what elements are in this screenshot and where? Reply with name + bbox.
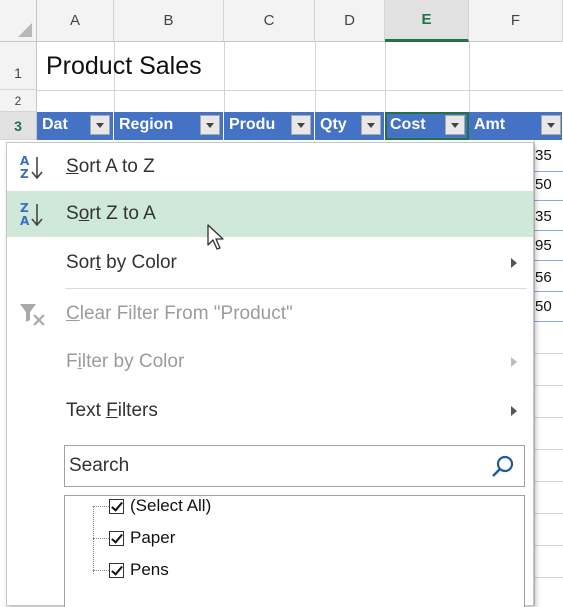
menu-item-sort-by-color[interactable]: Sort by Color [7,240,533,286]
search-placeholder: Search [69,455,130,476]
header-label: Dat [42,116,68,133]
column-header-a[interactable]: A [37,0,114,42]
corner-triangle-icon [18,23,32,37]
amt-cell[interactable]: 95 [535,237,552,254]
gridline [534,513,563,514]
svg-text:Z: Z [20,201,29,215]
column-header-b[interactable]: B [114,0,224,42]
sort-descending-icon: Z A [20,201,43,228]
menu-label: Sort Z to A [66,203,156,224]
gridline [385,42,386,112]
svg-text:A: A [20,214,30,228]
menu-label: Sort A to Z [66,156,155,177]
header-cell-date[interactable]: Dat [37,112,114,140]
column-header-c[interactable]: C [224,0,315,42]
tree-line [93,506,109,507]
select-all-corner[interactable] [0,0,37,42]
tree-line [93,538,109,539]
filter-dropdown-icon[interactable] [90,115,110,135]
gridline [534,577,563,578]
search-icon[interactable] [490,454,516,480]
amt-cell[interactable]: 50 [535,298,552,315]
tree-line [93,506,94,574]
header-cell-amt[interactable]: Amt [469,112,563,140]
filter-dropdown-icon[interactable] [291,115,311,135]
gridline [534,353,563,354]
header-label: Qty [320,116,347,133]
submenu-arrow-icon [511,357,517,367]
header-label: Region [119,116,174,133]
column-header-e[interactable]: E [385,0,469,42]
header-cell-product[interactable]: Produ [224,112,315,140]
header-label: Amt [474,116,506,133]
menu-item-sort-z-to-a[interactable]: Z A Sort Z to A [7,191,533,237]
column-header-d[interactable]: D [315,0,385,42]
header-label: Produ [229,116,276,133]
search-input[interactable]: Search [64,445,525,487]
svg-text:A: A [20,154,30,168]
sort-ascending-icon: A Z [20,154,43,181]
filter-value-list[interactable]: (Select All) Paper Pens [64,495,525,607]
list-item-label: (Select All) [130,496,212,515]
clear-filter-icon [20,304,45,326]
menu-label: Text Filters [66,400,158,421]
amt-cell[interactable]: 35 [535,208,552,225]
gridline [534,385,563,386]
sheet-title: Product Sales [46,52,202,80]
menu-item-clear-filter[interactable]: Clear Filter From "Product" [7,291,533,337]
column-header-f[interactable]: F [469,0,563,42]
list-item-label: Paper [130,528,176,547]
autofilter-menu: A Z Sort A to Z Z A Sort Z to A Sort by … [6,142,534,607]
submenu-arrow-icon [511,406,517,416]
checkbox-checked[interactable] [109,563,124,578]
checkbox-checked[interactable] [109,531,124,546]
submenu-arrow-icon [511,258,517,268]
gridline [534,545,563,546]
gridline [224,42,225,112]
filter-dropdown-icon[interactable] [200,115,220,135]
row-header-2[interactable]: 2 [0,90,37,112]
gridline [37,90,563,91]
header-cell-region[interactable]: Region [114,112,224,140]
amt-cell[interactable]: 50 [535,176,552,193]
gridline [534,230,563,231]
gridline [534,291,563,292]
header-label: Cost [390,116,426,133]
amt-cell[interactable]: 35 [535,147,552,164]
menu-separator [65,288,527,289]
tree-line [93,570,109,571]
menu-item-sort-a-to-z[interactable]: A Z Sort A to Z [7,144,533,190]
row-header-1[interactable]: 1 [0,42,37,90]
menu-item-filter-by-color[interactable]: Filter by Color [7,339,533,385]
gridline [534,260,563,261]
filter-dropdown-icon[interactable] [361,115,381,135]
svg-text:Z: Z [20,167,29,181]
filter-dropdown-icon[interactable] [445,115,465,135]
menu-label: Clear Filter From "Product" [66,303,293,324]
amt-cell[interactable]: 56 [535,269,552,286]
gridline [534,449,563,450]
list-item-label: Pens [130,560,169,579]
menu-label: Filter by Color [66,351,185,372]
mouse-pointer-icon [207,224,224,250]
header-cell-cost[interactable]: Cost [385,112,469,140]
gridline [315,42,316,112]
filter-dropdown-icon[interactable] [541,115,561,135]
header-cell-qty[interactable]: Qty [315,112,385,140]
gridline [534,171,563,172]
menu-item-text-filters[interactable]: Text Filters [7,388,533,434]
menu-label: Sort by Color [66,252,177,273]
gridline [534,417,563,418]
checkbox-checked[interactable] [109,499,124,514]
row-header-3[interactable]: 3 [0,112,37,140]
gridline [534,321,563,322]
gridline [534,481,563,482]
gridline [469,42,470,112]
gridline [534,200,563,201]
